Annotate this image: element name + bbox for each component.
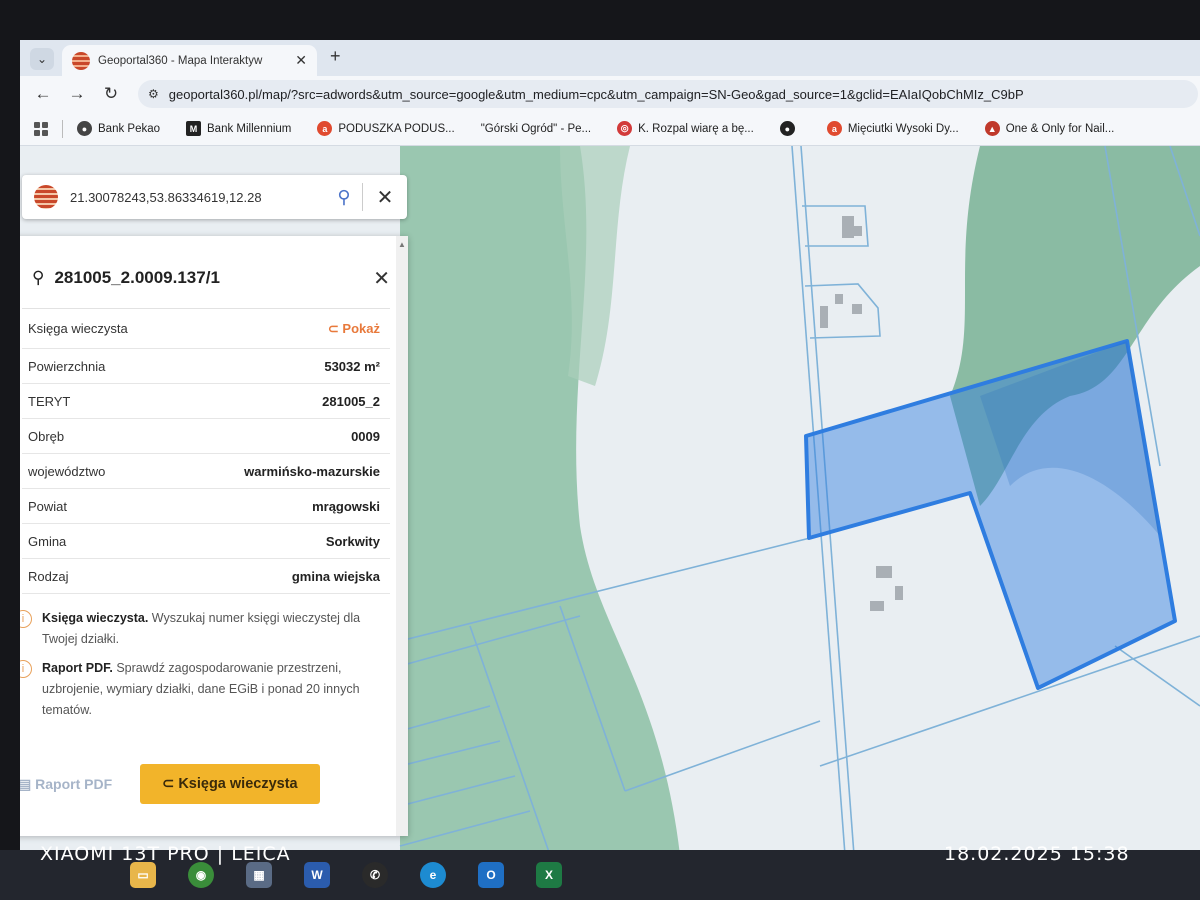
address-bar[interactable]: ⚙ geoportal360.pl/map/?src=adwords&utm_s… bbox=[138, 80, 1198, 108]
url-text: geoportal360.pl/map/?src=adwords&utm_sou… bbox=[168, 86, 1024, 102]
tab-search-icon[interactable]: ⌄ bbox=[30, 48, 54, 70]
scroll-up-icon[interactable]: ▲ bbox=[396, 240, 408, 249]
attribute-row: TERYT 281005_2 bbox=[22, 384, 390, 419]
site-settings-icon[interactable]: ⚙ bbox=[148, 87, 159, 101]
forest-area-west bbox=[400, 146, 680, 855]
panel-notes: i Księga wieczysta. Wyszukaj numer księg… bbox=[20, 608, 390, 721]
bookmarks-separator bbox=[62, 119, 63, 138]
forward-arrow-icon[interactable]: → bbox=[60, 84, 94, 104]
show-ksiega-link[interactable]: ⊂ Pokaż bbox=[328, 321, 380, 337]
search-input[interactable]: 21.30078243,53.86334619,12.28 bbox=[70, 190, 326, 205]
browser-toolbar: ← → ↻ ⚙ geoportal360.pl/map/?src=adwords… bbox=[20, 76, 1200, 112]
whatsapp-icon[interactable]: ✆ bbox=[362, 862, 388, 888]
globe-icon: ● bbox=[779, 121, 795, 136]
attribute-label: województwo bbox=[28, 463, 106, 479]
panel-actions: ▤ Raport PDF ⊂ Księga wieczysta bbox=[20, 764, 320, 804]
raport-pdf-button[interactable]: ▤ Raport PDF bbox=[20, 766, 112, 803]
note-raport: i Raport PDF. Sprawdź zagospodarowanie p… bbox=[20, 658, 390, 721]
attribute-row-ksiega: Księga wieczysta ⊂ Pokaż bbox=[22, 309, 390, 349]
new-tab-icon[interactable]: + bbox=[330, 46, 341, 67]
panel-scrollbar[interactable]: ▲ bbox=[396, 236, 408, 836]
file-explorer-icon[interactable]: ▭ bbox=[130, 862, 156, 888]
apps-grid-icon[interactable] bbox=[34, 121, 48, 136]
parcel-info-panel: ⚲ 281005_2.0009.137/1 ✕ Księga wieczysta… bbox=[20, 236, 408, 836]
tab-geoportal[interactable]: Geoportal360 - Mapa Interaktyw ✕ bbox=[62, 45, 317, 76]
attribute-row: Powierzchnia 53032 m² bbox=[22, 349, 390, 384]
attribute-label: Powierzchnia bbox=[28, 358, 106, 374]
bookmark-bank-millennium[interactable]: M Bank Millennium bbox=[186, 121, 291, 136]
attribute-label: Gmina bbox=[28, 533, 67, 549]
geoportal-favicon-icon bbox=[72, 51, 90, 70]
geoportal-logo-icon bbox=[34, 185, 58, 209]
attribute-row: Rodzaj gmina wiejska bbox=[22, 559, 390, 594]
search-icon[interactable]: ⚲ bbox=[326, 187, 362, 208]
word-icon[interactable]: W bbox=[304, 862, 330, 888]
bookmarks-bar: ● Bank Pekao M Bank Millennium a PODUSZK… bbox=[20, 112, 1200, 146]
nail-logo-icon: ▲ bbox=[984, 121, 1000, 136]
info-icon: i bbox=[20, 660, 32, 678]
info-icon: i bbox=[20, 610, 32, 628]
attribute-label: Powiat bbox=[28, 498, 68, 514]
attribute-value: Sorkwity bbox=[325, 533, 380, 549]
store-icon[interactable]: ▦ bbox=[246, 862, 272, 888]
camera-timestamp-watermark: 18.02.2025 15:38 bbox=[944, 843, 1130, 865]
attribute-value: 0009 bbox=[351, 428, 380, 444]
attribute-row: Gmina Sorkwity bbox=[22, 524, 390, 559]
camera-brand-watermark: XIAOMI 13T PRO | LEICA bbox=[40, 843, 291, 865]
back-arrow-icon[interactable]: ← bbox=[26, 84, 60, 104]
attribute-label: Rodzaj bbox=[28, 568, 69, 584]
tab-title: Geoportal360 - Mapa Interaktyw bbox=[98, 54, 263, 67]
close-panel-icon[interactable]: ✕ bbox=[373, 266, 390, 291]
attribute-row: Powiat mrągowski bbox=[22, 489, 390, 524]
attribute-label: Obręb bbox=[28, 428, 65, 444]
millennium-logo-icon: M bbox=[186, 121, 202, 136]
edge-icon[interactable]: e bbox=[420, 862, 446, 888]
excel-icon[interactable]: X bbox=[536, 862, 562, 888]
target-logo-icon: ◎ bbox=[617, 121, 633, 136]
attribute-value: mrągowski bbox=[312, 498, 380, 514]
browser-window: ⌄ Geoportal360 - Mapa Interaktyw ✕ + ← →… bbox=[20, 40, 1200, 855]
note-ksiega: i Księga wieczysta. Wyszukaj numer księg… bbox=[20, 608, 390, 650]
bookmark-rozpal-wiare[interactable]: ◎ K. Rozpal wiarę a bę... bbox=[617, 121, 754, 136]
attribute-row: województwo warmińsko-mazurskie bbox=[22, 454, 390, 489]
clear-search-icon[interactable]: ✕ bbox=[363, 185, 407, 210]
bookmark-one-only[interactable]: ▲ One & Only for Nail... bbox=[984, 121, 1114, 136]
bookmark-gorski-ogrod[interactable]: "Górski Ogród" - Pe... bbox=[481, 123, 591, 135]
allegro-logo-icon: a bbox=[826, 121, 842, 136]
outlook-icon[interactable]: O bbox=[478, 862, 504, 888]
map-canvas[interactable]: 21.30078243,53.86334619,12.28 ⚲ ✕ ⚲ 2810… bbox=[20, 146, 1200, 855]
attribute-value: warmińsko-mazurskie bbox=[244, 463, 380, 479]
tab-strip: ⌄ Geoportal360 - Mapa Interaktyw ✕ + bbox=[20, 40, 1200, 76]
attribute-value: 53032 m² bbox=[324, 358, 380, 374]
panel-header: ⚲ 281005_2.0009.137/1 ✕ bbox=[20, 236, 408, 298]
allegro-logo-icon: a bbox=[317, 121, 333, 136]
parcel-attributes: Księga wieczysta ⊂ Pokaż Powierzchnia 530… bbox=[22, 308, 390, 594]
bookmark-globe[interactable]: ● bbox=[779, 121, 801, 136]
reload-icon[interactable]: ↻ bbox=[94, 84, 128, 104]
bookmark-bank-pekao[interactable]: ● Bank Pekao bbox=[77, 121, 160, 136]
attribute-label: TERYT bbox=[28, 393, 71, 409]
tab-close-icon[interactable]: ✕ bbox=[295, 52, 307, 69]
bookmark-poduszka[interactable]: a PODUSZKA PODUS... bbox=[317, 121, 455, 136]
ksiega-wieczysta-button[interactable]: ⊂ Księga wieczysta bbox=[140, 764, 320, 804]
bookmark-mieciutki[interactable]: a Mięciutki Wysoki Dy... bbox=[826, 121, 959, 136]
parcel-id: 281005_2.0009.137/1 bbox=[54, 268, 220, 287]
attribute-label: Księga wieczysta bbox=[28, 321, 128, 336]
globe-icon: ● bbox=[77, 121, 92, 136]
attribute-value: 281005_2 bbox=[322, 393, 380, 409]
coordinates-search-box[interactable]: 21.30078243,53.86334619,12.28 ⚲ ✕ bbox=[22, 175, 407, 219]
chrome-icon[interactable]: ◉ bbox=[188, 862, 214, 888]
search-icon: ⚲ bbox=[32, 268, 45, 287]
attribute-value: gmina wiejska bbox=[291, 568, 380, 584]
attribute-row: Obręb 0009 bbox=[22, 419, 390, 454]
